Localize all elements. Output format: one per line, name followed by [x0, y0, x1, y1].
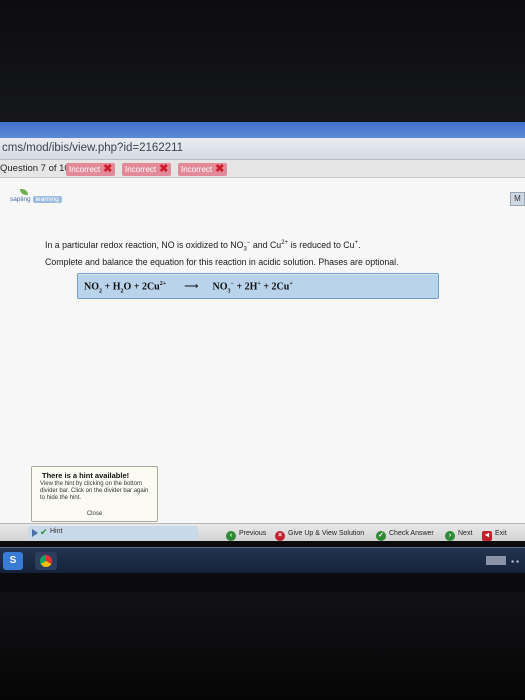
chrome-taskbar-button[interactable]	[35, 552, 57, 570]
previous-button[interactable]: ‹ Previous	[226, 527, 267, 541]
equation-answer-box[interactable]: NO2 + H2O + 2Cu2+ ⟶ NO3− + 2H+ + 2Cu+	[77, 273, 439, 299]
prompt-line-1: In a particular redox reaction, NO is ox…	[45, 237, 465, 256]
question-content: M sapling learning In a particular redox …	[0, 178, 525, 523]
superscript: +	[289, 281, 293, 287]
logo-brand: sapling	[10, 196, 31, 203]
subscript: 3	[227, 288, 231, 295]
attempt-status-3[interactable]: Incorrect ✖	[178, 163, 228, 176]
next-arrow-icon: ›	[445, 531, 455, 541]
eq-term: O + 2Cu	[123, 281, 160, 293]
hint-popup-title: There is a hint available!	[42, 471, 130, 480]
question-counter[interactable]: Question 7 of 10	[0, 163, 70, 174]
photo-of-monitor: cms/mod/ibis/view.php?id=2162211 Questio…	[0, 0, 525, 700]
tray-icon	[486, 556, 507, 565]
check-answer-icon: ✓	[376, 531, 386, 541]
superscript: 2+	[281, 240, 289, 246]
monitor-top-bezel	[0, 0, 525, 122]
hint-popup-body: View the hint by clicking on the bottom …	[40, 481, 149, 501]
attempt-status-1[interactable]: Incorrect ✖	[66, 163, 116, 176]
question-prompt: In a particular redox reaction, NO is ox…	[45, 237, 465, 268]
reaction-arrow-icon: ⟶	[184, 281, 199, 293]
logo-sub: learning	[32, 196, 62, 203]
check-answer-label: Check Answer	[389, 530, 434, 537]
give-up-button[interactable]: × Give Up & View Solution	[275, 527, 365, 541]
hint-close-button[interactable]: Close	[32, 511, 157, 517]
attempt-label: Incorrect	[125, 165, 157, 174]
subscript: 3	[243, 246, 247, 253]
next-button[interactable]: › Next	[445, 527, 473, 541]
superscript: 2+	[159, 281, 167, 287]
attempt-label: Incorrect	[69, 165, 101, 174]
give-up-label: Give Up & View Solution	[288, 530, 365, 537]
chemical-equation[interactable]: NO2 + H2O + 2Cu2+ ⟶ NO3− + 2H+ + 2Cu+	[84, 281, 293, 294]
url-text[interactable]: cms/mod/ibis/view.php?id=2162211	[2, 142, 183, 154]
eq-term: NO	[84, 281, 99, 293]
check-icon: ✔	[40, 527, 48, 537]
hint-popup: There is a hint available! View the hint…	[31, 466, 158, 522]
hint-label: Hint	[50, 528, 63, 535]
eq-term: NO	[212, 281, 228, 293]
sapling-logo: sapling learning	[10, 189, 62, 203]
expand-arrow-icon	[32, 529, 38, 537]
previous-label: Previous	[239, 530, 267, 537]
hint-tab[interactable]: ✔ Hint	[28, 526, 198, 540]
prompt-text: .	[358, 239, 361, 250]
exit-button[interactable]: ◄ Exit	[482, 527, 507, 541]
exit-label: Exit	[495, 530, 507, 537]
eq-term: + H	[102, 281, 121, 293]
browser-frame	[0, 122, 525, 138]
previous-arrow-icon: ‹	[226, 531, 236, 541]
bottom-divider-bar[interactable]: ✔ Hint ‹ Previous × Give Up & View Solutio…	[0, 523, 525, 541]
x-mark-icon: ✖	[215, 163, 225, 175]
eq-term: + 2H	[233, 281, 258, 293]
check-answer-button[interactable]: ✓ Check Answer	[376, 527, 434, 541]
start-button[interactable]: S	[3, 552, 23, 570]
attempt-label: Incorrect	[181, 165, 213, 174]
prompt-text: and Cu	[250, 239, 282, 250]
question-navigation-bar: Question 7 of 10 Incorrect ✖ Incorrect ✖ I…	[0, 160, 525, 178]
prompt-text: is reduced to Cu	[288, 239, 355, 250]
os-taskbar: S ▪ ▪	[0, 547, 525, 573]
next-label: Next	[458, 530, 473, 537]
prompt-line-2: Complete and balance the equation for th…	[45, 256, 399, 267]
give-up-icon: ×	[275, 531, 285, 541]
address-bar[interactable]: cms/mod/ibis/view.php?id=2162211	[0, 138, 525, 160]
system-tray[interactable]: ▪ ▪	[486, 556, 519, 566]
side-tab[interactable]: M	[510, 192, 525, 206]
monitor-bottom-bezel	[0, 592, 525, 700]
x-mark-icon: ✖	[103, 163, 113, 175]
eq-term: + 2Cu	[260, 281, 290, 293]
tray-chevron-icon: ▪ ▪	[511, 557, 519, 566]
chrome-icon	[40, 555, 52, 567]
exit-icon: ◄	[482, 531, 492, 541]
leaf-icon	[20, 189, 28, 195]
prompt-text: In a particular redox reaction, NO is ox…	[45, 239, 244, 250]
attempt-status-2[interactable]: Incorrect ✖	[122, 163, 172, 176]
x-mark-icon: ✖	[159, 163, 169, 175]
